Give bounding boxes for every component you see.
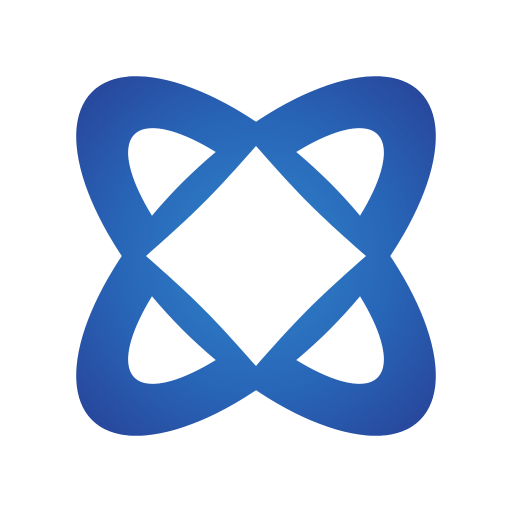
orbit-logo-icon [76,76,436,436]
center-diamond [146,146,366,366]
app-icon-canvas [0,0,512,512]
